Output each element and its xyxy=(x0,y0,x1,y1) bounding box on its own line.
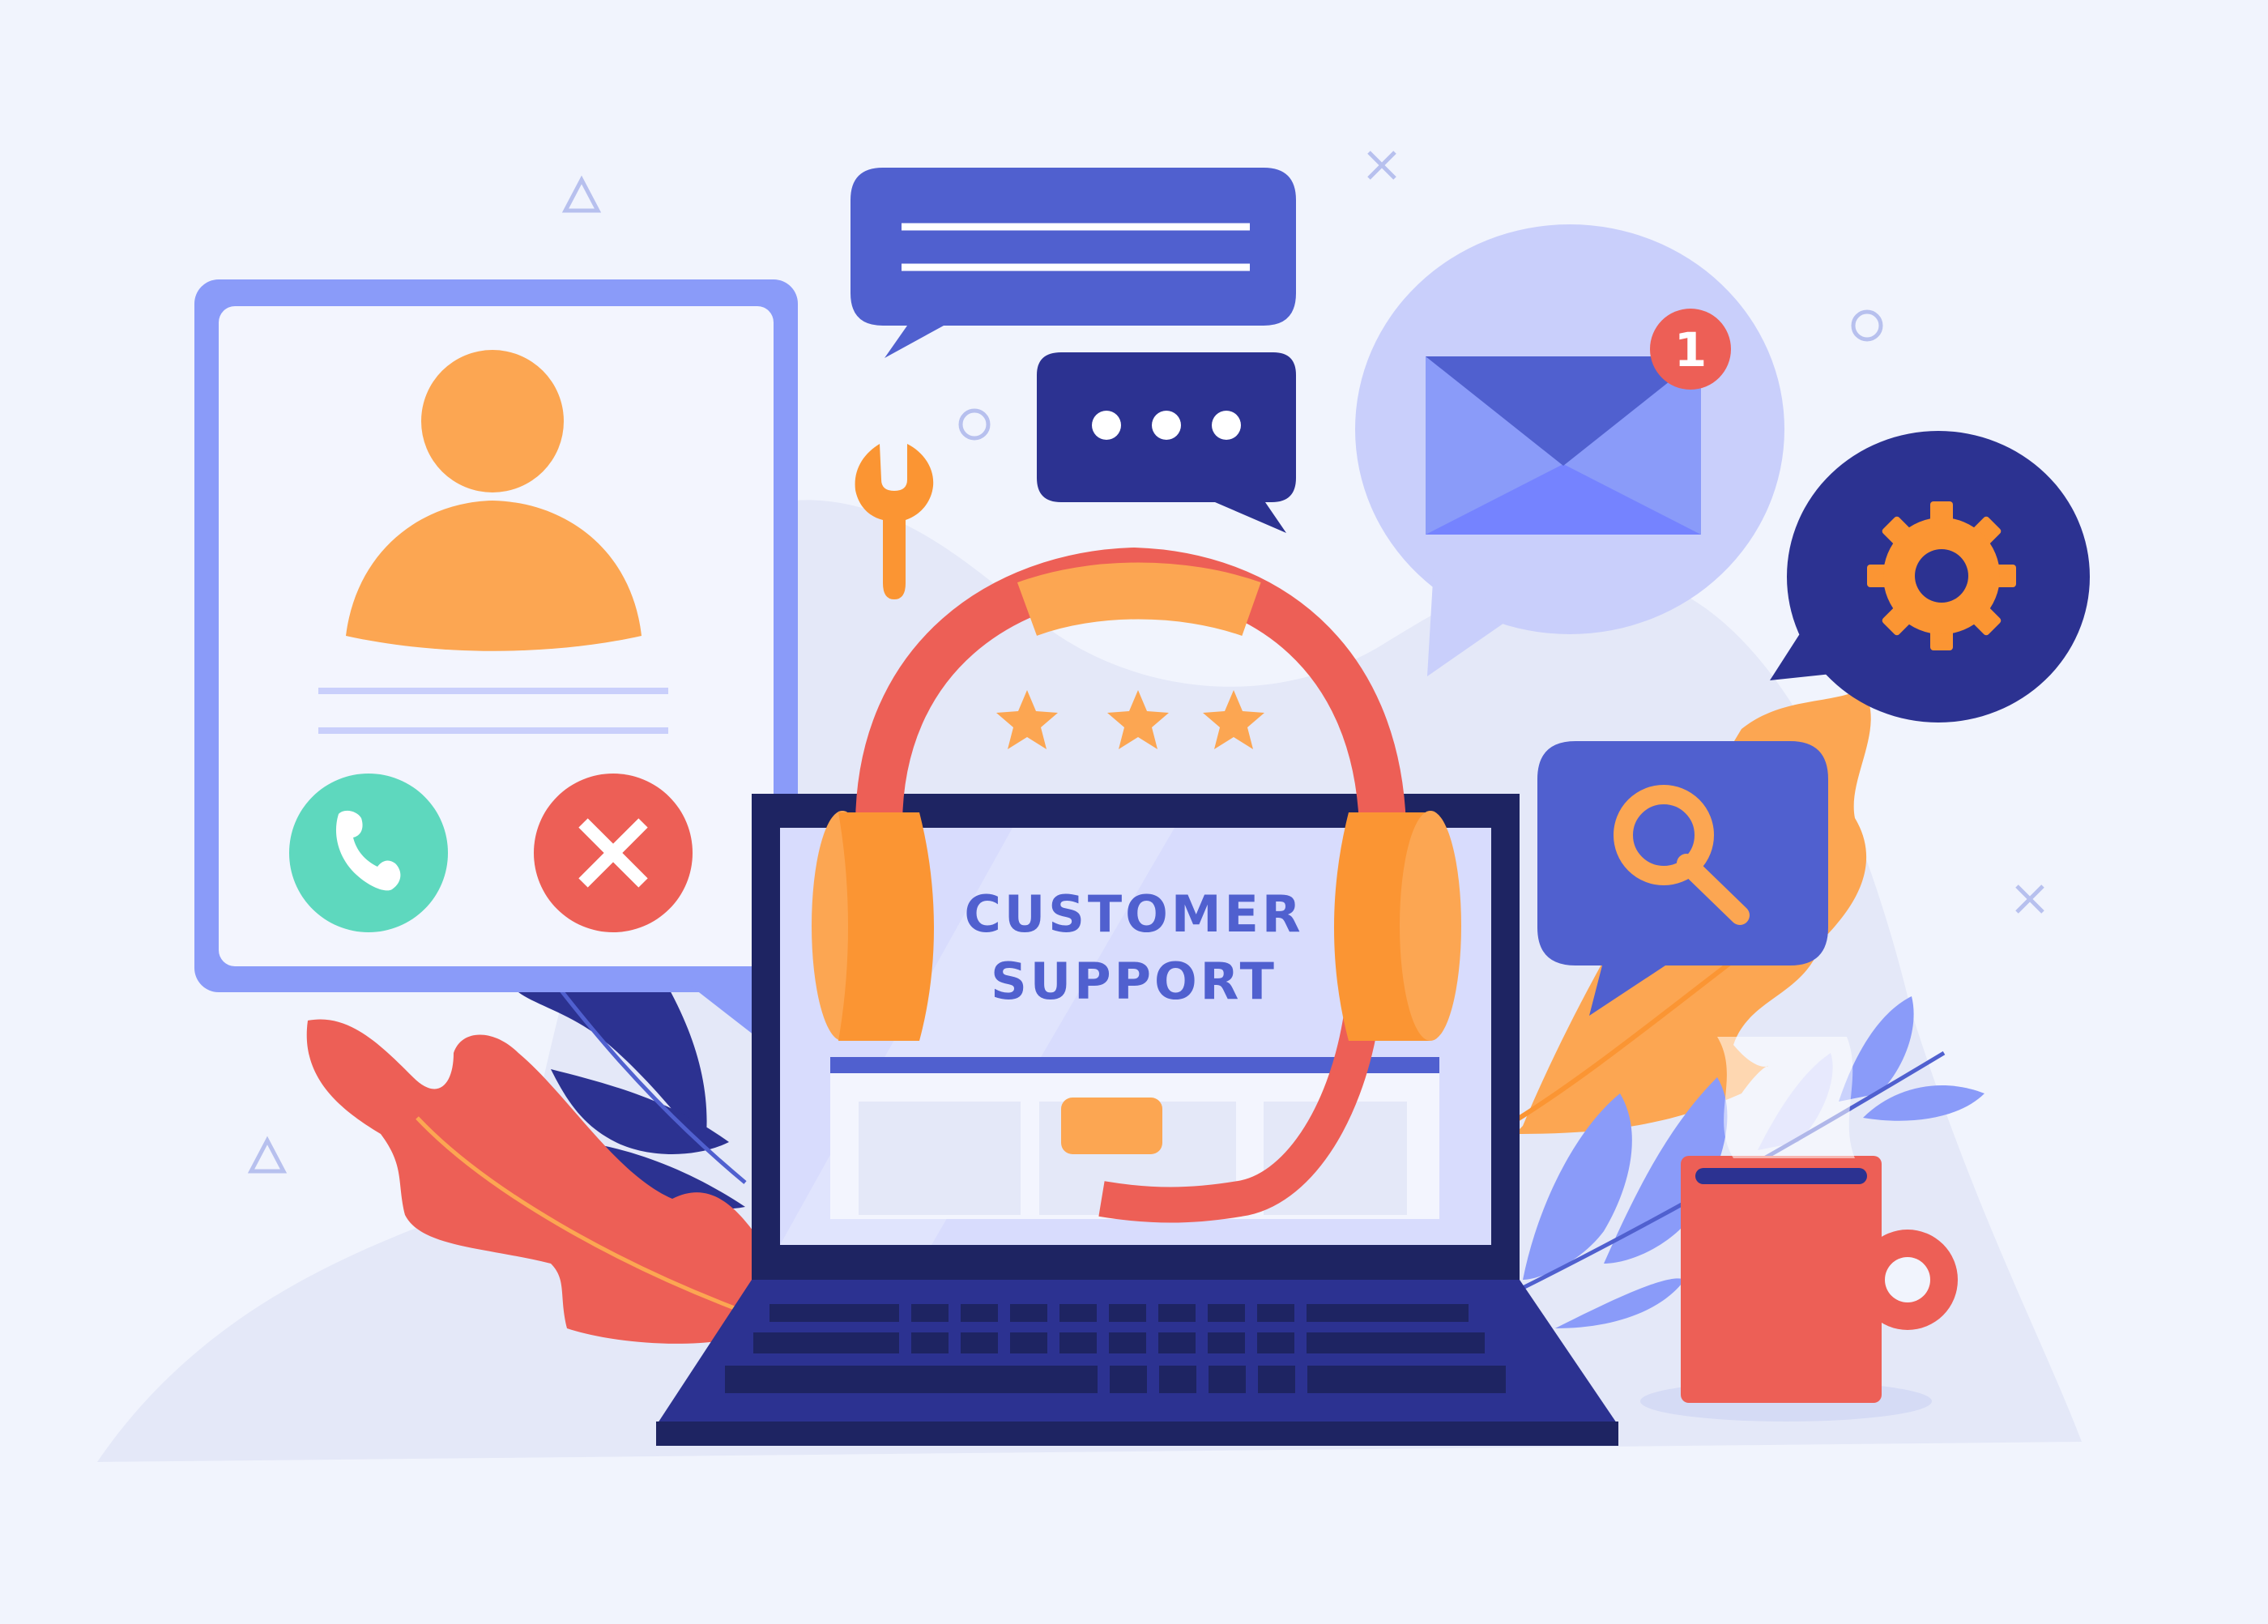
cross-sparkle xyxy=(1367,151,1396,180)
laptop-keyboard xyxy=(656,1280,1618,1446)
email-bubble: 1 xyxy=(1355,224,1784,676)
chat-bubble-message xyxy=(850,168,1296,358)
gear-icon xyxy=(1867,501,2016,650)
triangle-sparkle xyxy=(247,1136,288,1174)
ring-sparkle xyxy=(1851,309,1883,342)
illustration-canvas: 1 CUSTOMER SUPPORT xyxy=(97,151,2090,1463)
typing-dots-icon xyxy=(1092,411,1241,440)
headset-microphone xyxy=(1061,1098,1162,1154)
ring-sparkle xyxy=(958,408,991,441)
notification-count: 1 xyxy=(1674,322,1707,377)
headset-ear-right xyxy=(1333,811,1461,1041)
accept-call-button[interactable] xyxy=(289,774,448,932)
mail-icon xyxy=(1426,356,1701,535)
screen-title-line-2: SUPPORT xyxy=(991,952,1277,1011)
notification-badge: 1 xyxy=(1650,309,1731,390)
cross-sparkle xyxy=(2015,884,2044,914)
headset-ear-left xyxy=(812,811,935,1041)
chat-bubble-typing xyxy=(1037,352,1296,533)
screen-title-line-1: CUSTOMER xyxy=(964,884,1303,944)
incoming-call-card xyxy=(194,279,798,1069)
settings-bubble xyxy=(1770,431,2090,722)
triangle-sparkle xyxy=(561,175,602,213)
decline-call-button[interactable] xyxy=(534,774,693,932)
customer-support-illustration: 1 CUSTOMER SUPPORT xyxy=(0,0,2268,1620)
